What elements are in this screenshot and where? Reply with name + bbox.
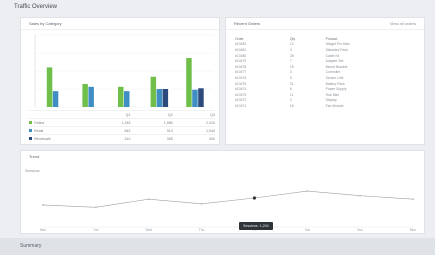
trend-y-label: Sessions bbox=[25, 169, 40, 173]
trend-x-tick-label: Sun bbox=[357, 228, 363, 232]
legend-row: Retail 842 913 1,044 bbox=[29, 126, 215, 134]
trend-x-tick-label: Mon bbox=[40, 228, 46, 232]
trend-x-tick-label: Tue bbox=[93, 228, 99, 232]
chart-legend-table: Q1 Q2 Q3 Online 1,245 1,580 2,310 Retail 842 913 1… bbox=[29, 110, 215, 142]
legend-cell: 2,310 bbox=[205, 120, 215, 125]
bar-retail[interactable] bbox=[156, 89, 163, 107]
line-chart: SessionsMon Tue Wed Thu Fri Sat Sun Mon bbox=[25, 169, 416, 232]
legend-cell: 1,044 bbox=[205, 128, 215, 133]
bar-retail[interactable] bbox=[124, 91, 130, 107]
bar-online[interactable] bbox=[118, 86, 124, 107]
trend-x-tick-label: Wed bbox=[145, 228, 152, 232]
legend-cell: 1,245 bbox=[121, 120, 131, 125]
bar-online[interactable] bbox=[186, 58, 192, 107]
trend-x-tick-label: Thu bbox=[199, 228, 205, 232]
trend-x-tick-label: Mon bbox=[410, 228, 416, 232]
legend-series-label: Online bbox=[29, 121, 88, 125]
bar-retail[interactable] bbox=[192, 89, 198, 107]
legend-swatch bbox=[29, 137, 32, 140]
trend-panel: Trend Sessions Mon Tue Wed Thu Fri Sat Sun Mon S… bbox=[20, 150, 425, 234]
legend-header-row: Q1 Q2 Q3 bbox=[29, 110, 215, 118]
orders-panel-title: Recent Orders bbox=[234, 21, 261, 26]
table-cell: Fan Module bbox=[325, 103, 344, 108]
table-row[interactable]: #10471 18 Fan Module bbox=[232, 103, 418, 109]
trend-series-line bbox=[42, 190, 414, 208]
legend-cell: 842 bbox=[124, 128, 131, 133]
legend-series-label: Wholesale bbox=[29, 137, 88, 141]
legend-series-name: Wholesale bbox=[34, 136, 51, 141]
legend-header-cell: Q1 bbox=[125, 112, 131, 117]
footer-label: Summary bbox=[0, 238, 435, 255]
bar-retail[interactable] bbox=[52, 91, 59, 107]
bar-online[interactable] bbox=[82, 83, 88, 107]
legend-header-cell: Q2 bbox=[167, 112, 173, 117]
chart-tooltip: Sessions: 1,204 bbox=[239, 222, 273, 230]
legend-cell: 310 bbox=[124, 136, 131, 141]
legend-series-name: Online bbox=[34, 120, 45, 125]
trend-point[interactable] bbox=[147, 198, 150, 201]
legend-row: Wholesale 310 355 492 bbox=[29, 134, 215, 142]
legend-row: Online 1,245 1,580 2,310 bbox=[29, 118, 215, 126]
bar-online[interactable] bbox=[46, 67, 53, 107]
orders-table: Order Qty Product #10482 12 Widget Pro Max #10… bbox=[232, 36, 418, 109]
trend-point[interactable] bbox=[306, 190, 309, 192]
legend-series-label: Retail bbox=[29, 129, 88, 133]
trend-x-tick-label: Sat bbox=[305, 228, 310, 232]
sales-chart-panel: Sales by Category Q1 Q2 Q3 Online 1,245 1,580… bbox=[20, 17, 220, 145]
legend-series-name: Retail bbox=[34, 128, 44, 133]
legend-cell: 1,580 bbox=[163, 120, 173, 125]
legend-cell: 492 bbox=[208, 136, 215, 141]
table-cell: 18 bbox=[289, 103, 294, 108]
legend-header-cell: Q3 bbox=[210, 112, 215, 117]
bar-chart bbox=[34, 34, 213, 108]
trend-panel-title: Trend bbox=[29, 154, 40, 159]
page-title: Traffic Overview bbox=[0, 0, 435, 14]
trend-point[interactable] bbox=[359, 194, 362, 197]
view-all-link[interactable]: View all orders bbox=[390, 18, 416, 29]
chart-panel-title: Sales by Category bbox=[29, 21, 62, 26]
legend-swatch bbox=[29, 129, 32, 132]
legend-cell: 913 bbox=[166, 128, 173, 133]
trend-point[interactable] bbox=[94, 206, 97, 209]
orders-panel: Recent Orders View all orders Order Qty Pr… bbox=[225, 17, 425, 145]
trend-point[interactable] bbox=[42, 204, 44, 206]
legend-swatch bbox=[29, 121, 32, 124]
bar-retail[interactable] bbox=[88, 86, 94, 107]
bar-wholesale[interactable] bbox=[198, 88, 204, 107]
trend-point[interactable] bbox=[412, 198, 414, 201]
legend-cell: 355 bbox=[166, 136, 173, 141]
table-cell: #10471 bbox=[235, 103, 247, 108]
bar-wholesale[interactable] bbox=[162, 89, 169, 107]
trend-point[interactable] bbox=[200, 202, 203, 205]
bar-online[interactable] bbox=[150, 76, 157, 107]
trend-point[interactable] bbox=[252, 196, 257, 200]
